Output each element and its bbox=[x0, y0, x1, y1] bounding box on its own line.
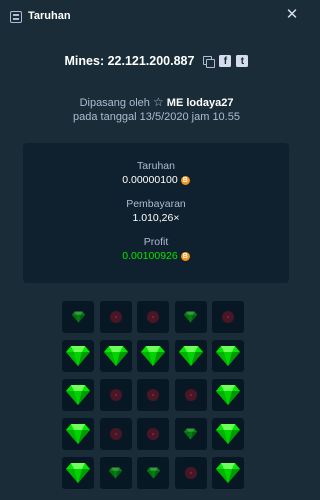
mine-icon bbox=[184, 389, 197, 401]
gem-icon bbox=[178, 346, 203, 366]
mine-icon bbox=[222, 311, 234, 323]
stat-bet-value: 0.00000100 bbox=[122, 174, 178, 186]
mines-tile[interactable] bbox=[62, 457, 94, 489]
mines-tile[interactable] bbox=[62, 340, 94, 372]
mines-tile[interactable] bbox=[99, 301, 132, 333]
gem-icon bbox=[216, 346, 240, 366]
currency-icon: B bbox=[180, 175, 190, 185]
placed-info: Dipasang oleh ☆ ME lodaya27 pada tanggal… bbox=[0, 95, 313, 124]
bet-stats-card: Taruhan 0.00000100 B Pembayaran 1.010,26… bbox=[23, 143, 289, 283]
mines-tile[interactable] bbox=[212, 340, 244, 372]
modal-header: Taruhan ✕ bbox=[0, 0, 313, 34]
stat-profit-value: 0.00100926 bbox=[122, 250, 178, 262]
mines-tile[interactable] bbox=[137, 301, 169, 333]
stat-profit-label: Profit bbox=[143, 236, 169, 248]
facebook-icon[interactable]: f bbox=[219, 55, 232, 67]
star-icon: ☆ bbox=[152, 95, 164, 109]
bet-slip-icon bbox=[10, 11, 22, 23]
mine-icon bbox=[109, 389, 122, 401]
bet-id: Mines: 22.121.200.887 bbox=[64, 54, 195, 68]
gem-icon bbox=[216, 385, 240, 405]
gem-icon bbox=[71, 311, 85, 323]
stat-payout-value: 1.010,26× bbox=[132, 212, 180, 224]
mine-icon bbox=[109, 311, 122, 323]
currency-icon: B bbox=[180, 251, 190, 261]
mines-tile[interactable] bbox=[174, 457, 207, 489]
gem-icon bbox=[216, 424, 240, 444]
mines-tile[interactable] bbox=[62, 379, 94, 411]
bet-id-row: Mines: 22.121.200.887 f t bbox=[0, 54, 313, 68]
mines-tile[interactable] bbox=[212, 457, 244, 489]
mines-tile[interactable] bbox=[99, 457, 132, 489]
mines-tile[interactable] bbox=[174, 340, 207, 372]
copy-icon[interactable] bbox=[203, 55, 216, 68]
mines-tile[interactable] bbox=[137, 418, 169, 450]
placed-user[interactable]: ME lodaya27 bbox=[167, 97, 234, 109]
placed-prefix: Dipasang oleh bbox=[79, 97, 150, 109]
mines-tile[interactable] bbox=[174, 379, 207, 411]
twitter-icon[interactable]: t bbox=[236, 55, 249, 67]
gem-icon bbox=[183, 311, 198, 323]
gem-icon bbox=[108, 467, 123, 479]
mines-tile[interactable] bbox=[137, 457, 169, 489]
gem-icon bbox=[183, 428, 198, 440]
gem-icon bbox=[141, 346, 165, 366]
stat-profit: Profit 0.00100926 B bbox=[23, 236, 289, 262]
mines-tile[interactable] bbox=[99, 379, 132, 411]
gem-icon bbox=[216, 463, 240, 483]
stat-payout: Pembayaran 1.010,26× bbox=[23, 198, 289, 224]
stat-bet-label: Taruhan bbox=[137, 160, 175, 172]
mines-tile[interactable] bbox=[212, 301, 244, 333]
mine-icon bbox=[109, 428, 122, 440]
mines-tile[interactable] bbox=[137, 379, 169, 411]
mines-tile[interactable] bbox=[62, 418, 94, 450]
mines-tile[interactable] bbox=[137, 340, 169, 372]
mines-tile[interactable] bbox=[174, 418, 207, 450]
mine-icon bbox=[147, 389, 159, 401]
gem-icon bbox=[66, 424, 90, 444]
gem-icon bbox=[103, 346, 128, 366]
gem-icon bbox=[66, 385, 90, 405]
stat-bet: Taruhan 0.00000100 B bbox=[23, 160, 289, 186]
mines-grid bbox=[62, 301, 252, 489]
mines-tile[interactable] bbox=[174, 301, 207, 333]
mines-tile[interactable] bbox=[99, 340, 132, 372]
mine-icon bbox=[147, 428, 159, 440]
close-button[interactable]: ✕ bbox=[285, 7, 299, 22]
modal-title: Taruhan bbox=[28, 10, 71, 22]
mines-tile[interactable] bbox=[212, 379, 244, 411]
gem-icon bbox=[66, 346, 90, 366]
placed-date: pada tanggal 13/5/2020 jam 10.55 bbox=[73, 111, 240, 123]
mine-icon bbox=[184, 467, 197, 479]
stat-payout-label: Pembayaran bbox=[126, 198, 186, 210]
mines-tile[interactable] bbox=[62, 301, 94, 333]
mine-icon bbox=[147, 311, 159, 323]
gem-icon bbox=[66, 463, 90, 483]
mines-tile[interactable] bbox=[99, 418, 132, 450]
mines-tile[interactable] bbox=[212, 418, 244, 450]
gem-icon bbox=[146, 467, 160, 479]
